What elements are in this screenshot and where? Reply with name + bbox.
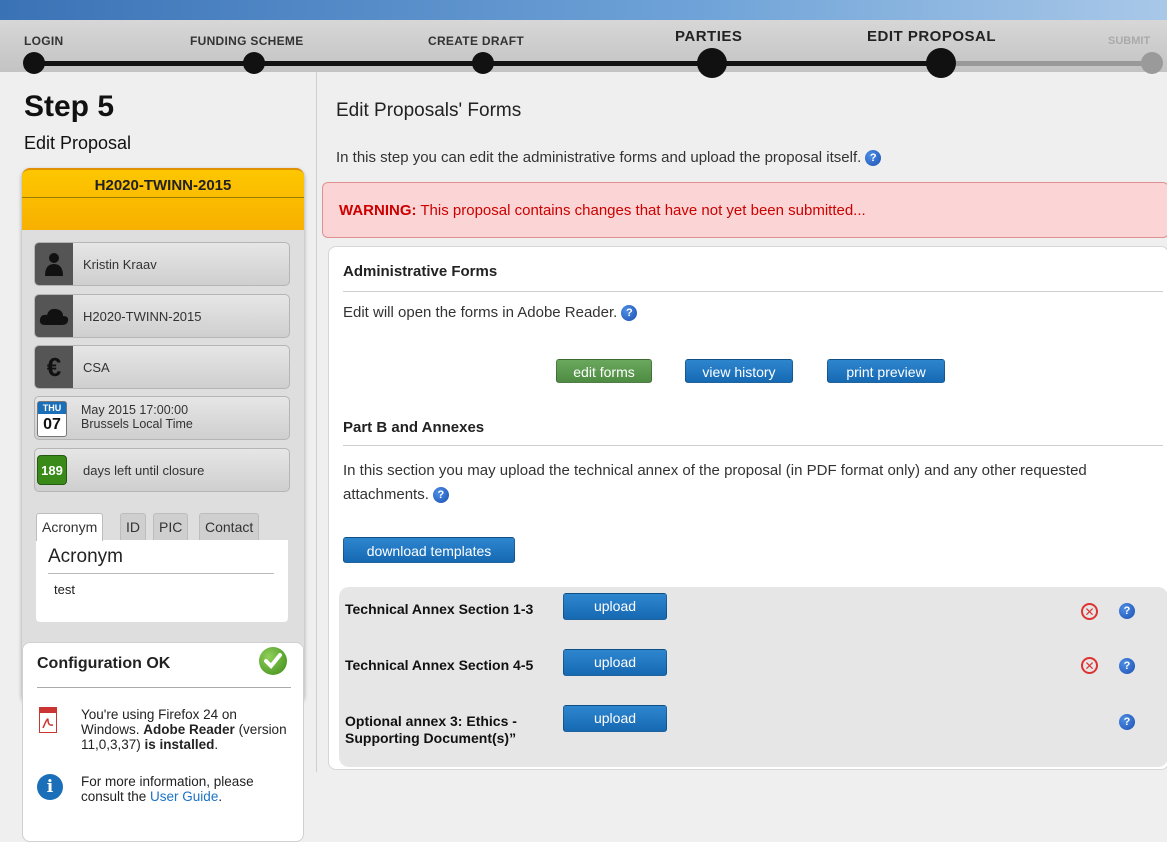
part-b-title: Part B and Annexes (343, 419, 485, 436)
check-icon (259, 647, 287, 675)
upload-label: Technical Annex Section 1-3 (345, 601, 534, 617)
tab-acronym[interactable]: Acronym (36, 513, 104, 541)
help-icon[interactable]: ? (1119, 658, 1135, 674)
step-create-draft[interactable]: CREATE DRAFT (428, 34, 524, 48)
tab-panel-heading: Acronym (48, 546, 123, 567)
page-title: Edit Proposals' Forms (336, 100, 522, 121)
configuration-box: Configuration OK You're using Firefox 24… (22, 642, 304, 842)
upload-button[interactable]: upload (563, 705, 667, 732)
sidebar: Step 5 Edit Proposal H2020-TWINN-2015 Kr… (0, 72, 316, 842)
days-left-label: days left until closure (83, 463, 205, 478)
call-name: H2020-TWINN-2015 (83, 309, 202, 324)
euro-icon: € (35, 346, 73, 388)
step-funding-scheme[interactable]: FUNDING SCHEME (190, 34, 304, 48)
warning-text: This proposal contains changes that have… (416, 202, 866, 219)
upload-label: Optional annex 3: Ethics - Supporting Do… (345, 713, 517, 746)
days-left-count: 189 (37, 455, 67, 485)
admin-forms-text: Edit will open the forms in Adobe Reader… (343, 301, 638, 325)
call-row: H2020-TWINN-2015 (34, 294, 290, 338)
upload-label: Technical Annex Section 4-5 (345, 657, 534, 673)
info-icon: i (37, 774, 63, 800)
delete-icon[interactable]: ✕ (1081, 657, 1098, 674)
type-row: € CSA (34, 345, 290, 389)
cloud-icon (35, 295, 73, 337)
warning-banner: WARNING: This proposal contains changes … (322, 182, 1167, 238)
download-templates-button[interactable]: download templates (343, 537, 515, 563)
help-icon[interactable]: ? (432, 487, 449, 503)
step-dot-funding (243, 52, 265, 74)
edit-forms-button[interactable]: edit forms (556, 359, 652, 383)
progress-track-remaining (940, 61, 1160, 66)
adobe-reader-status: You're using Firefox 24 on Windows. Adob… (81, 707, 287, 752)
proposal-tabs: Acronym ID PIC Contact Acronym test (36, 513, 288, 622)
part-b-text: In this section you may upload the techn… (343, 462, 1087, 503)
upload-list: Technical Annex Section 1-3 upload ✕ ? T… (339, 587, 1167, 767)
tab-contact[interactable]: Contact (199, 513, 260, 541)
action-type: CSA (83, 360, 110, 375)
help-icon[interactable]: ? (1119, 603, 1135, 619)
deadline-row: THU 07 May 2015 17:00:00 Brussels Local … (34, 396, 290, 440)
help-icon[interactable]: ? (621, 305, 638, 321)
user-icon (35, 243, 73, 285)
admin-forms-title: Administrative Forms (343, 263, 498, 280)
user-guide-note: For more information, please consult the… (81, 774, 254, 804)
acronym-value: test (54, 582, 75, 597)
config-title: Configuration OK (37, 655, 171, 672)
step-dot-submit (1141, 52, 1163, 74)
forms-panel: Administrative Forms Edit will open the … (328, 246, 1167, 770)
step-parties[interactable]: PARTIES (675, 28, 742, 45)
calendar-icon: THU 07 (37, 401, 67, 437)
user-name: Kristin Kraav (83, 257, 157, 272)
call-id: H2020-TWINN-2015 (94, 177, 232, 194)
tab-id[interactable]: ID (120, 513, 146, 541)
step-submit: SUBMIT (1108, 35, 1151, 47)
help-icon[interactable]: ? (1119, 714, 1135, 730)
call-info-box: H2020-TWINN-2015 Kristin Kraav H2020-TWI… (22, 168, 304, 702)
user-row: Kristin Kraav (34, 242, 290, 286)
step-login[interactable]: LOGIN (24, 34, 64, 48)
warning-label: WARNING: (339, 202, 417, 219)
call-header: H2020-TWINN-2015 (22, 168, 304, 230)
delete-icon[interactable]: ✕ (1081, 603, 1098, 620)
pdf-icon (39, 707, 57, 733)
intro-text: In this step you can edit the administra… (336, 149, 882, 166)
step-subtitle: Edit Proposal (24, 133, 132, 153)
user-guide-link[interactable]: User Guide (150, 789, 218, 804)
main-content: Edit Proposals' Forms In this step you c… (322, 72, 1167, 831)
days-left-row: 189 days left until closure (34, 448, 290, 492)
step-dot-draft (472, 52, 494, 74)
step-title: Step 5 (24, 90, 115, 123)
tab-pic[interactable]: PIC (153, 513, 189, 541)
tab-panel: Acronym test (36, 540, 288, 622)
deadline-text: May 2015 17:00:00 Brussels Local Time (81, 403, 193, 431)
column-divider (316, 72, 317, 772)
upload-button[interactable]: upload (563, 593, 667, 620)
top-banner (0, 0, 1167, 20)
step-dot-login (23, 52, 45, 74)
view-history-button[interactable]: view history (685, 359, 793, 383)
help-icon[interactable]: ? (865, 150, 882, 166)
step-edit-proposal: EDIT PROPOSAL (867, 28, 997, 45)
upload-button[interactable]: upload (563, 649, 667, 676)
print-preview-button[interactable]: print preview (827, 359, 945, 383)
